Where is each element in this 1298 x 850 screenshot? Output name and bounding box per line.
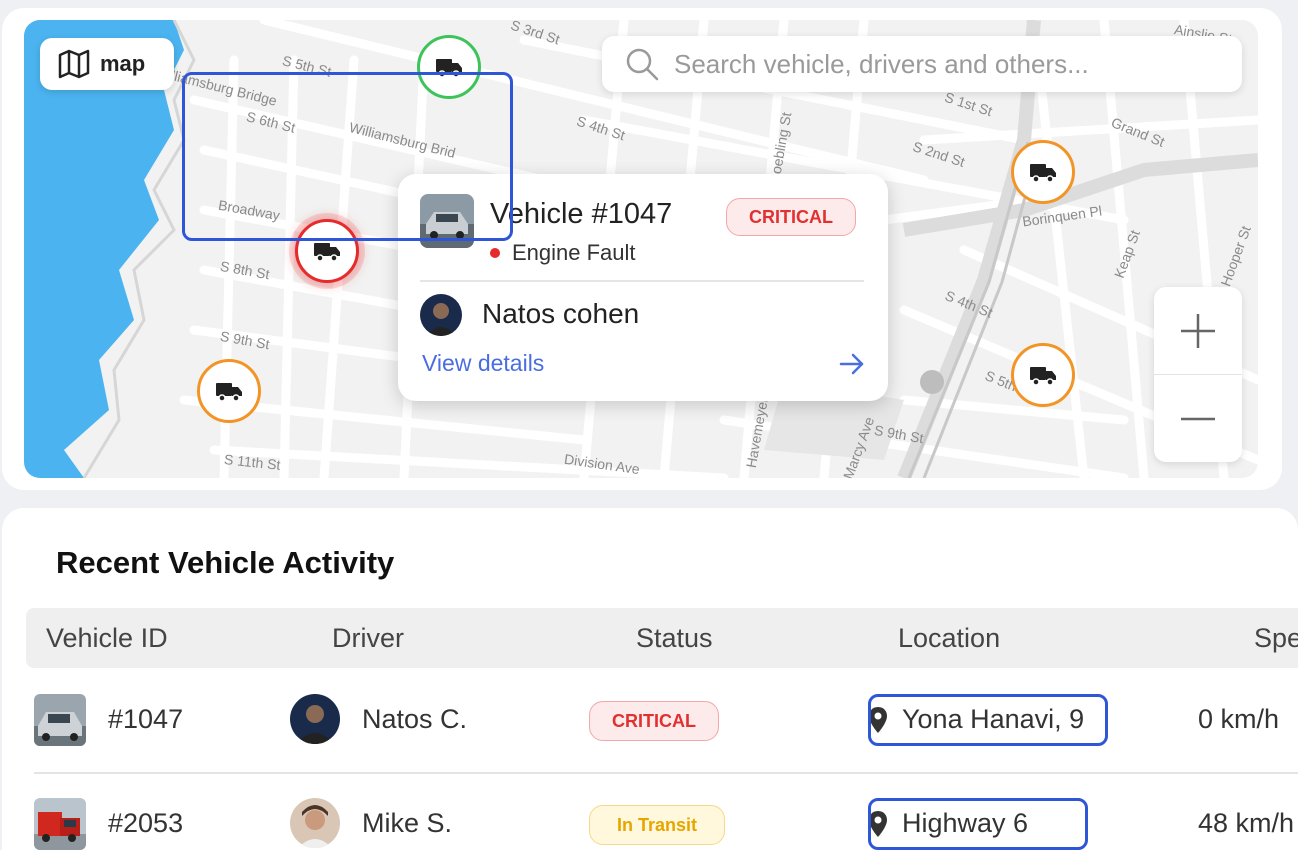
- column-header-driver[interactable]: Driver: [332, 623, 404, 654]
- zoom-in-button[interactable]: [1154, 287, 1242, 374]
- zoom-controls: [1154, 287, 1242, 462]
- status-dot-icon: [490, 248, 500, 258]
- location-text: Yona Hanavi, 9: [902, 704, 1085, 734]
- row-divider: [34, 772, 1298, 774]
- driver-name: Natos C.: [362, 704, 468, 734]
- arrow-right-icon[interactable]: [838, 350, 866, 378]
- truck-marker-orange[interactable]: [197, 359, 261, 423]
- search-icon: [626, 48, 659, 81]
- truck-icon: [314, 243, 340, 262]
- driver-name: Mike S.: [362, 808, 453, 838]
- map-icon: [58, 49, 90, 79]
- location-pin-icon: [869, 810, 887, 837]
- status-badge: In Transit: [589, 805, 725, 845]
- column-header-location[interactable]: Location: [898, 623, 1000, 654]
- column-header-vehicle-id[interactable]: Vehicle ID: [46, 623, 168, 654]
- zoom-out-button[interactable]: [1154, 375, 1242, 462]
- divider: [420, 280, 864, 282]
- truck-icon: [436, 59, 462, 78]
- vehicle-thumbnail: [34, 694, 86, 746]
- truck-icon: [1030, 367, 1056, 386]
- popup-driver-name: Natos cohen: [482, 298, 640, 329]
- driver-avatar: [290, 694, 340, 744]
- speed: 0 km/h: [1198, 704, 1280, 734]
- view-details-link[interactable]: View details: [422, 350, 544, 377]
- column-header-speed[interactable]: Spe: [1254, 623, 1298, 654]
- location-text: Highway 6: [902, 808, 1029, 838]
- driver-avatar: [420, 294, 462, 336]
- truck-marker-red[interactable]: [295, 219, 359, 283]
- popup-vehicle-title: Vehicle #1047: [490, 198, 673, 230]
- vehicle-thumbnail: [420, 194, 474, 248]
- map-view-button[interactable]: map: [40, 38, 174, 90]
- plus-icon: [1181, 313, 1215, 348]
- truck-marker-green[interactable]: [417, 35, 481, 99]
- map-button-label: map: [100, 51, 146, 76]
- location-cell: Yona Hanavi, 9: [868, 704, 1084, 735]
- critical-badge: CRITICAL: [726, 198, 856, 236]
- minus-icon: [1181, 417, 1215, 420]
- section-title: Recent Vehicle Activity: [56, 545, 395, 580]
- truck-icon: [216, 383, 242, 402]
- truck-marker-orange[interactable]: [1011, 343, 1075, 407]
- column-header-status[interactable]: Status: [636, 623, 713, 654]
- search-input[interactable]: [674, 48, 1234, 80]
- search-bar[interactable]: [602, 36, 1242, 92]
- vehicle-id: #1047: [108, 704, 184, 734]
- status-badge: CRITICAL: [589, 701, 719, 741]
- truck-icon: [1030, 164, 1056, 183]
- fault-label: Engine Fault: [512, 240, 636, 265]
- location-pin-icon: [869, 706, 887, 733]
- driver-avatar: [290, 798, 340, 848]
- truck-marker-orange[interactable]: [1011, 140, 1075, 204]
- location-cell: Highway 6: [868, 808, 1028, 839]
- vehicle-thumbnail: [34, 798, 86, 850]
- vehicle-popup: Vehicle #1047 CRITICAL Engine Fault Nato…: [398, 174, 888, 401]
- speed: 48 km/h: [1198, 808, 1295, 838]
- vehicle-id: #2053: [108, 808, 184, 838]
- fault-status: Engine Fault: [490, 240, 636, 266]
